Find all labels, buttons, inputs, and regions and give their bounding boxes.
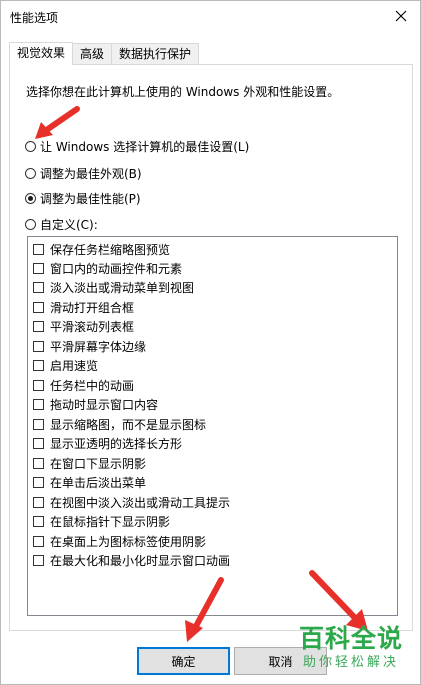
checkbox-icon — [33, 359, 44, 371]
checkbox-icon — [33, 418, 44, 430]
performance-options-dialog: 性能选项 视觉效果 高级 数据执行保护 选择你想在此计算机上使用的 Window… — [0, 0, 421, 685]
list-item[interactable]: 在单击后淡出菜单 — [33, 473, 146, 491]
radio-selected-icon — [25, 193, 36, 204]
window-title: 性能选项 — [10, 11, 59, 25]
tab-advanced[interactable]: 高级 — [72, 43, 113, 64]
checkbox-icon — [33, 476, 44, 488]
checkbox-icon — [33, 320, 44, 332]
watermark-subtitle: 助你轻松解决 — [302, 655, 399, 670]
list-item[interactable]: 启用速览 — [33, 356, 98, 374]
checkbox-icon — [33, 243, 44, 255]
option-label: 调整为最佳外观(B) — [40, 167, 142, 181]
watermark-title: 百科全说 — [298, 624, 403, 653]
option-label: 自定义(C): — [40, 218, 98, 232]
option-label: 让 Windows 选择计算机的最佳设置(L) — [40, 140, 250, 154]
checkbox-icon — [33, 301, 44, 313]
tab-data-execution-prevention[interactable]: 数据执行保护 — [111, 43, 200, 64]
checkbox-icon — [33, 379, 44, 391]
title-bar: 性能选项 — [1, 1, 420, 32]
checkbox-icon — [33, 340, 44, 352]
checkbox-icon — [33, 554, 44, 566]
list-item[interactable]: 滑动打开组合框 — [33, 298, 134, 316]
list-item[interactable]: 平滑屏幕字体边缘 — [33, 337, 146, 355]
list-item[interactable]: 在最大化和最小化时显示窗口动画 — [33, 551, 230, 569]
checkbox-icon — [33, 281, 44, 293]
list-item[interactable]: 平滑滚动列表框 — [33, 317, 134, 335]
list-item[interactable]: 在窗口下显示阴影 — [33, 454, 146, 472]
tab-visual-effects[interactable]: 视觉效果 — [9, 42, 74, 65]
list-item[interactable]: 任务栏中的动画 — [33, 376, 134, 394]
radio-icon — [25, 141, 36, 152]
list-item[interactable]: 窗口内的动画控件和元素 — [33, 259, 182, 277]
checkbox-icon — [33, 262, 44, 274]
option-best-appearance[interactable]: 调整为最佳外观(B) — [25, 165, 142, 182]
tab-strip: 视觉效果 高级 数据执行保护 — [9, 42, 200, 65]
close-icon — [395, 10, 407, 22]
radio-icon — [25, 168, 36, 179]
option-label: 调整为最佳性能(P) — [40, 192, 141, 206]
checkbox-icon — [33, 535, 44, 547]
list-item[interactable]: 在鼠标指针下显示阴影 — [33, 512, 170, 530]
close-button[interactable] — [388, 4, 414, 28]
list-item[interactable]: 在视图中淡入淡出或滑动工具提示 — [33, 493, 230, 511]
checkbox-icon — [33, 437, 44, 449]
watermark-logo: 百科全说 助你轻松解决 — [290, 624, 412, 678]
list-item[interactable]: 拖动时显示窗口内容 — [33, 395, 158, 413]
option-let-windows-choose[interactable]: 让 Windows 选择计算机的最佳设置(L) — [25, 138, 249, 155]
option-custom[interactable]: 自定义(C): — [25, 216, 98, 233]
list-item[interactable]: 显示亚透明的选择长方形 — [33, 434, 182, 452]
list-item[interactable]: 保存任务栏缩略图预览 — [33, 240, 170, 258]
option-best-performance[interactable]: 调整为最佳性能(P) — [25, 190, 141, 207]
list-item[interactable]: 淡入淡出或滑动菜单到视图 — [33, 278, 194, 296]
list-item[interactable]: 显示缩略图，而不是显示图标 — [33, 415, 206, 433]
ok-button[interactable]: 确定 — [137, 647, 230, 675]
checkbox-icon — [33, 496, 44, 508]
visual-effects-panel: 选择你想在此计算机上使用的 Windows 外观和性能设置。 让 Windows… — [9, 64, 413, 631]
list-item[interactable]: 在桌面上为图标标签使用阴影 — [33, 532, 206, 550]
checkbox-icon — [33, 398, 44, 410]
effects-list[interactable]: 保存任务栏缩略图预览 窗口内的动画控件和元素 淡入淡出或滑动菜单到视图 滑动打开… — [27, 236, 398, 616]
radio-icon — [25, 219, 36, 230]
checkbox-icon — [33, 457, 44, 469]
checkbox-icon — [33, 515, 44, 527]
panel-description: 选择你想在此计算机上使用的 Windows 外观和性能设置。 — [26, 85, 340, 99]
